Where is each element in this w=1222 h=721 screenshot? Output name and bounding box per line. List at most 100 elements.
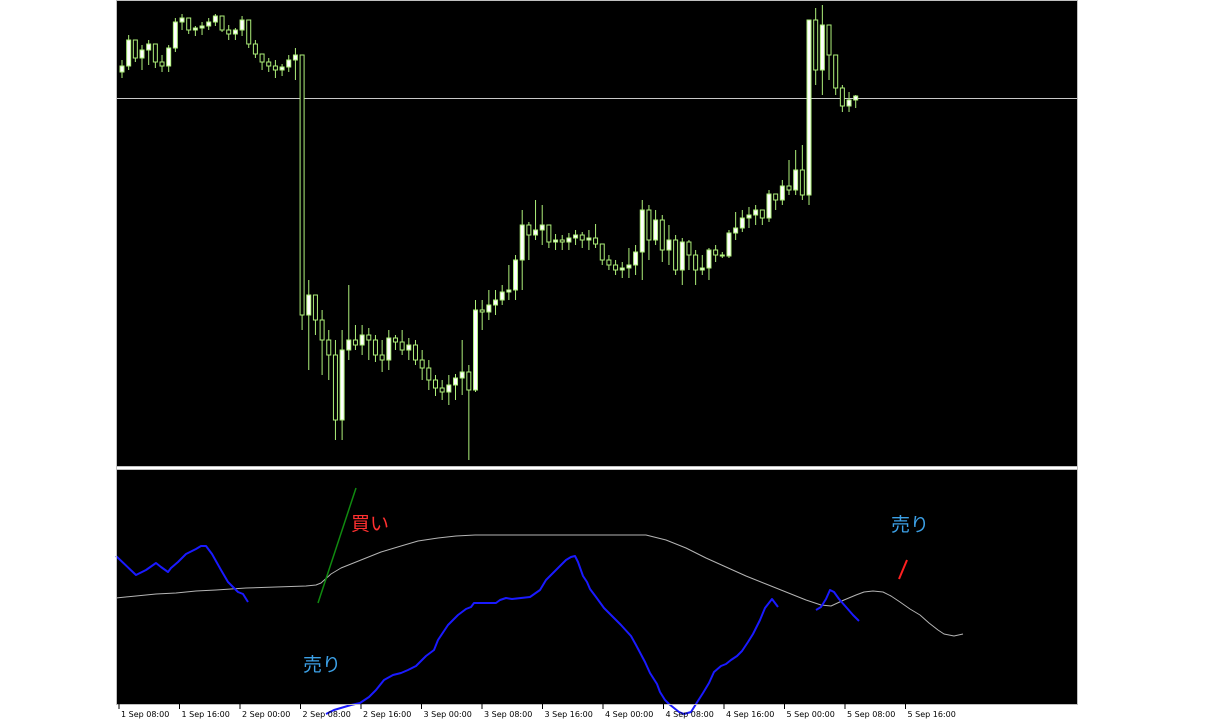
candle-body	[779, 185, 785, 201]
buy-annotation: 買い	[351, 513, 389, 535]
candle	[219, 15, 225, 32]
candle-body	[713, 249, 719, 256]
candle-body	[172, 21, 178, 49]
time-tick-label: 5 Sep 00:00	[787, 710, 835, 719]
candle-body	[759, 209, 765, 219]
candle-body	[506, 289, 512, 293]
time-tick-label: 4 Sep 08:00	[666, 710, 714, 719]
price-pane-background	[116, 0, 1077, 466]
candle-body	[386, 337, 392, 361]
candle-body	[192, 27, 198, 31]
candle-body	[366, 334, 372, 341]
candle-body	[786, 185, 792, 191]
candle-body	[246, 19, 252, 45]
candle-body	[519, 224, 525, 261]
candle-body	[493, 299, 499, 306]
candle-body	[726, 232, 732, 257]
candle-body	[426, 367, 432, 381]
time-tick-label: 2 Sep 16:00	[363, 710, 411, 719]
candle-body	[806, 19, 812, 196]
time-tick-label: 3 Sep 00:00	[424, 710, 472, 719]
candle-body	[412, 344, 418, 361]
candle-body	[453, 377, 458, 386]
price-pane	[116, 0, 1077, 466]
candle-body	[206, 21, 212, 27]
candle-body	[499, 291, 505, 301]
time-tick-label: 4 Sep 16:00	[726, 710, 774, 719]
candle-body	[259, 53, 265, 63]
candle-body	[252, 43, 258, 55]
candle-body	[599, 243, 605, 261]
candle-body	[279, 66, 285, 71]
candle-body	[719, 254, 725, 257]
candle-body	[399, 341, 405, 351]
time-tick-label: 1 Sep 08:00	[121, 710, 169, 719]
time-tick-label: 2 Sep 00:00	[242, 710, 290, 719]
candle-body	[119, 65, 125, 73]
candle-body	[306, 294, 312, 316]
candle-body	[352, 339, 358, 346]
candle-body	[132, 39, 138, 59]
candle-body	[593, 237, 599, 245]
candle-body	[473, 309, 479, 391]
time-tick-label: 1 Sep 16:00	[182, 710, 230, 719]
candle-body	[292, 54, 298, 61]
candle-body	[326, 339, 332, 356]
candle-body	[339, 349, 345, 421]
candle-body	[219, 15, 225, 31]
candle-body	[332, 354, 338, 421]
candle	[473, 300, 479, 392]
candle-body	[633, 251, 639, 266]
candle-body	[546, 224, 552, 243]
candle-body	[799, 169, 805, 196]
candle-body	[706, 249, 712, 269]
candle-body	[526, 224, 532, 236]
candle-body	[699, 267, 705, 271]
candle-body	[753, 209, 759, 216]
candle-body	[579, 234, 585, 241]
candle-body	[793, 169, 799, 191]
candle-body	[586, 237, 592, 241]
candle-body	[232, 29, 238, 35]
candle-body	[513, 259, 519, 291]
candle-body	[573, 234, 579, 239]
candle-body	[179, 17, 185, 23]
candle-body	[159, 61, 165, 67]
candle	[766, 190, 772, 222]
candle	[172, 18, 178, 52]
candle-body	[639, 209, 645, 253]
candle	[246, 19, 252, 48]
candle-body	[392, 337, 398, 343]
candle-body	[533, 229, 539, 236]
candle	[299, 54, 305, 330]
candle-body	[813, 19, 819, 71]
time-tick-label: 5 Sep 16:00	[908, 710, 956, 719]
candle-body	[226, 29, 232, 35]
candle-body	[139, 49, 145, 59]
candle-body	[199, 25, 205, 29]
candle-body	[619, 267, 625, 271]
candle-body	[372, 339, 378, 356]
candle-body	[312, 294, 318, 321]
time-tick-label: 4 Sep 00:00	[605, 710, 653, 719]
sell-annotation-left: 売り	[303, 654, 341, 676]
candle-body	[766, 193, 772, 219]
candle-body	[286, 59, 292, 68]
candle-body	[466, 371, 472, 391]
candle-body	[826, 24, 832, 56]
candle-body	[673, 239, 679, 271]
trading-chart: 買い 売り 売り 1 Sep 08:00 1 Sep 16:00 2 Sep 00:…	[0, 0, 1222, 721]
candle-body	[272, 65, 278, 71]
candle-body	[486, 304, 492, 313]
time-tick-label: 2 Sep 08:00	[303, 710, 351, 719]
candle-body	[626, 264, 632, 269]
candle	[126, 35, 132, 70]
candle-body	[773, 193, 779, 201]
time-tick-label: 3 Sep 16:00	[545, 710, 593, 719]
candle-body	[659, 219, 665, 251]
candle-body	[459, 371, 465, 379]
candle-body	[819, 24, 825, 71]
candle-body	[853, 95, 859, 101]
candle-body	[419, 359, 425, 369]
candle-body	[739, 217, 745, 229]
